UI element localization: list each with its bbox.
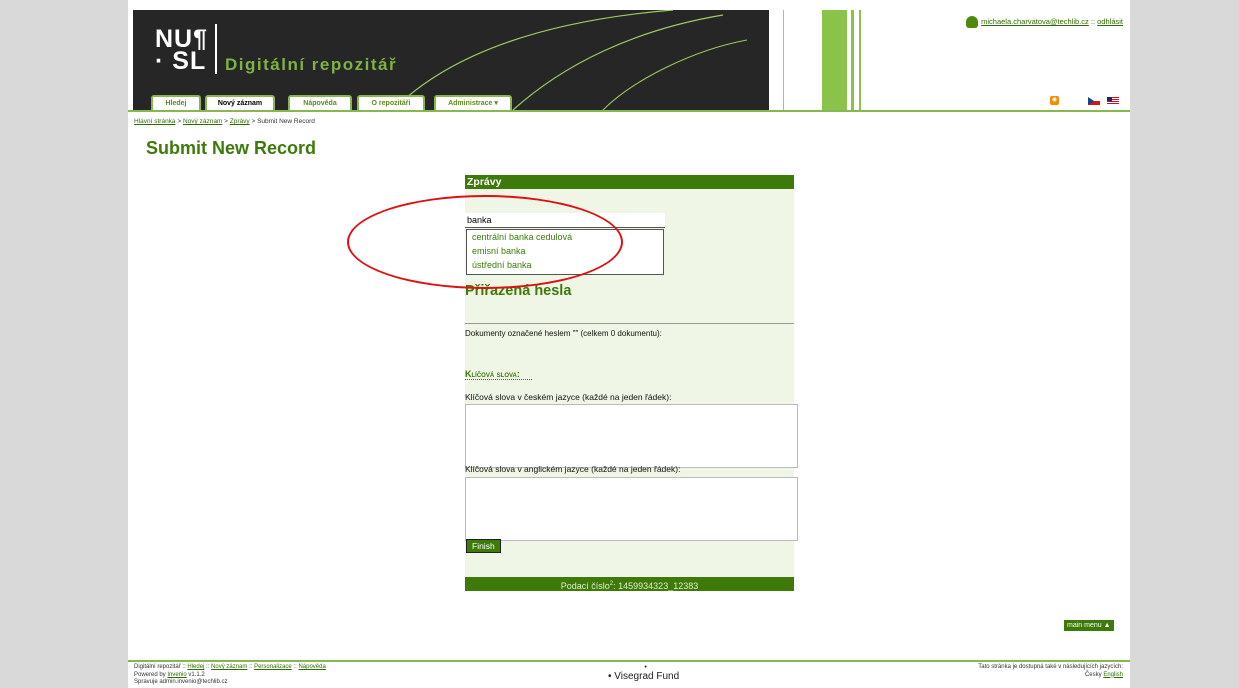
breadcrumb-zpravy[interactable]: Zprávy <box>230 118 250 125</box>
main-menu-button[interactable]: main menu ▲ <box>1064 620 1114 631</box>
logo-separator <box>215 24 217 74</box>
logout-link[interactable]: odhlásit <box>1097 17 1123 26</box>
rss-icon[interactable]: ◉ <box>1050 96 1059 105</box>
page-title: Submit New Record <box>146 138 317 158</box>
footer-link-napoveda[interactable]: Nápověda <box>298 664 325 670</box>
suggestion-item[interactable]: ústřední banka <box>467 258 663 272</box>
header-banner: NU¶ · SL Digitální repozitář Hledej Nový… <box>133 10 747 110</box>
autocomplete-list: centrální banka cedulová emisní banka ús… <box>466 229 664 275</box>
tab-novy-zaznam[interactable]: Nový záznam <box>205 95 275 110</box>
assigned-divider <box>465 323 794 324</box>
lang-en-link[interactable]: English <box>1103 672 1123 678</box>
site-title: Digitální repozitář <box>225 55 398 74</box>
logo-nusl: NU¶ · SL <box>155 25 209 75</box>
flag-en-icon[interactable] <box>1107 97 1119 105</box>
tab-napoveda[interactable]: Nápověda <box>288 95 352 110</box>
flag-cz-icon[interactable] <box>1088 97 1100 105</box>
footer-divider <box>128 660 1130 662</box>
keywords-cz-textarea[interactable] <box>465 404 798 468</box>
keywords-en-textarea[interactable] <box>465 477 798 541</box>
assigned-subjects-heading: Přiřazená hesla <box>465 283 572 299</box>
arrow-up-icon: ▲ <box>1103 622 1111 629</box>
breadcrumb-home[interactable]: Hlavní stránka <box>134 118 176 125</box>
footer-link-personalizace[interactable]: Personalizace <box>254 664 292 670</box>
footer-left: Digitální repozitář :: Hledej :: Nový zá… <box>134 664 326 685</box>
panel-title: Zprávy <box>465 175 794 189</box>
suggestion-item[interactable]: emisní banka <box>467 244 663 258</box>
header-divider <box>128 110 1130 112</box>
documents-label: Dokumenty označené heslem "" (celkem 0 d… <box>465 329 662 338</box>
user-box: michaela.charvatova@techlib.cz :: odhlás… <box>966 16 1123 28</box>
tab-hledej[interactable]: Hledej <box>151 95 201 110</box>
tab-administrace[interactable]: Administrace ▾ <box>434 95 512 110</box>
keywords-heading: Klíčová slova: <box>465 369 532 380</box>
keywords-en-label: Klíčová slova v anglickém jazyce (každé … <box>465 464 681 474</box>
tab-o-repozitari[interactable]: O repozitáři <box>357 95 425 110</box>
breadcrumb: Hlavní stránka > Nový záznam > Zprávy > … <box>134 118 315 125</box>
footer-visegrad: • Visegrad Fund <box>608 671 680 682</box>
subject-search-input[interactable] <box>465 213 665 228</box>
page: NU¶ · SL Digitální repozitář Hledej Nový… <box>128 0 1130 688</box>
footer-link-invenio[interactable]: Invenio <box>167 672 186 678</box>
footer-middle: • • Visegrad Fund <box>608 664 680 682</box>
keywords-cz-label: Klíčová slova v českém jazyce (každé na … <box>465 392 672 402</box>
footer-maintainer: Spravuje admin.invenio@techlib.cz <box>134 679 228 685</box>
footer-link-hledej[interactable]: Hledej <box>187 664 204 670</box>
finish-button[interactable]: Finish <box>466 539 501 553</box>
footer-right: Tato stránka je dostupná také v následuj… <box>978 664 1123 678</box>
submission-number: Podací číslo2: 1459934323_12383 <box>465 577 794 591</box>
user-email-link[interactable]: michaela.charvatova@techlib.cz <box>981 17 1089 26</box>
form-panel: Zprávy centrální banka cedulová emisní b… <box>465 175 798 591</box>
user-icon <box>966 16 979 28</box>
header-stripes <box>747 10 872 110</box>
breadcrumb-current: Submit New Record <box>257 118 315 125</box>
footer-link-novy-zaznam[interactable]: Nový záznam <box>211 664 247 670</box>
suggestion-item[interactable]: centrální banka cedulová <box>467 230 663 244</box>
lang-cz[interactable]: Česky <box>1085 672 1102 678</box>
breadcrumb-novy-zaznam[interactable]: Nový záznam <box>183 118 222 125</box>
